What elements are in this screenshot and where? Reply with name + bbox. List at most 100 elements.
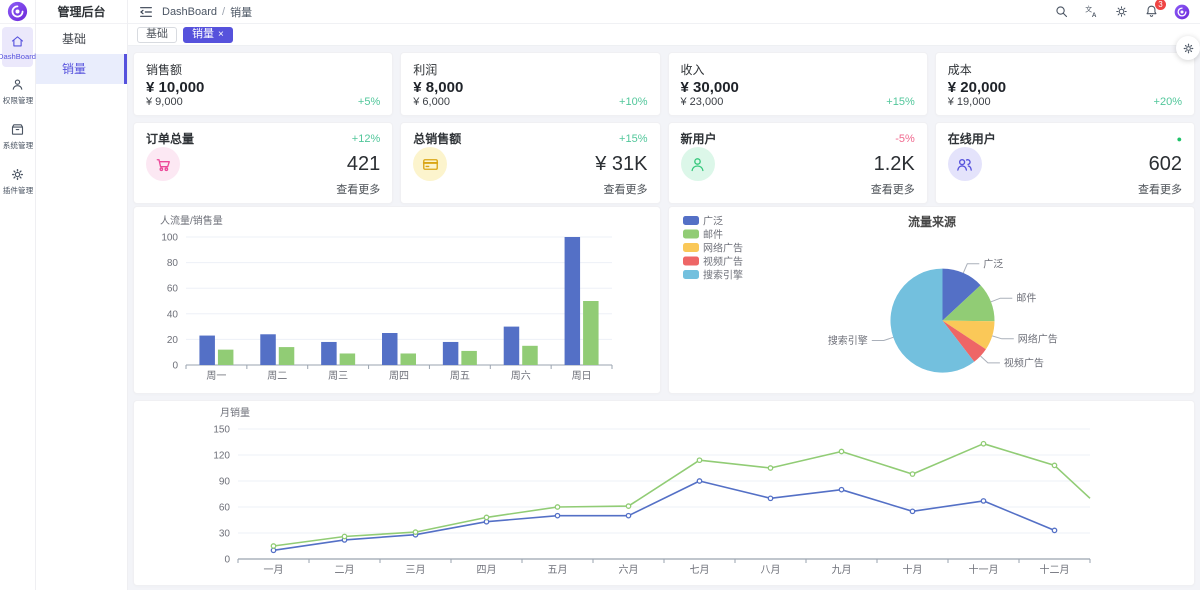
user-icon	[10, 77, 25, 92]
stat-card-income: 收入 ¥ 30,000 ¥ 23,000+15%	[668, 52, 928, 116]
view-more-link[interactable]: 查看更多	[146, 181, 380, 197]
svg-text:0: 0	[224, 555, 230, 566]
overview-card-orders: 订单总量+12% 421 查看更多	[133, 122, 393, 204]
trend-badge: -5%	[895, 133, 915, 145]
breadcrumb-separator: /	[222, 6, 225, 18]
bell-icon[interactable]: 3	[1144, 4, 1159, 19]
stat-card-profit: 利润 ¥ 8,000 ¥ 6,000+10%	[400, 52, 660, 116]
icon-rail: DashBoard 权限管理 系统管理 插件管理	[0, 0, 36, 590]
tab-sales[interactable]: 销量 ×	[183, 27, 233, 43]
overview-title: 总销售额	[413, 130, 461, 147]
svg-text:广泛: 广泛	[703, 216, 723, 228]
stat-prev-value: ¥ 19,000	[948, 96, 991, 108]
stat-prev-value: ¥ 23,000	[681, 96, 724, 108]
svg-text:邮件: 邮件	[1016, 292, 1036, 305]
stat-prev-value: ¥ 6,000	[413, 96, 450, 108]
svg-text:周三: 周三	[328, 370, 348, 382]
stat-title: 销售额	[146, 61, 380, 78]
rail-item-dashboard[interactable]: DashBoard	[2, 27, 33, 67]
stat-value: ¥ 8,000	[413, 79, 647, 96]
rail-item-label: DashBoard	[0, 52, 37, 61]
overview-value: ¥ 31K	[595, 153, 647, 176]
stat-title: 成本	[948, 61, 1182, 78]
tab-label: 销量	[192, 27, 214, 42]
gear-icon	[10, 167, 25, 182]
overview-card-total-sales: 总销售额 +15% ¥ 31K 查看更多	[400, 122, 660, 204]
trend-badge: +15%	[619, 133, 647, 145]
svg-text:60: 60	[219, 503, 231, 514]
svg-text:0: 0	[172, 361, 178, 372]
stat-value: ¥ 30,000	[681, 79, 915, 96]
svg-text:周一: 周一	[206, 370, 226, 382]
main-area: DashBoard / 销量 文A 3	[128, 0, 1200, 590]
svg-text:广泛: 广泛	[983, 258, 1003, 270]
close-icon[interactable]: ×	[218, 30, 224, 40]
svg-text:月销量: 月销量	[220, 406, 250, 419]
svg-text:视频广告: 视频广告	[1003, 356, 1043, 369]
breadcrumb-dashboard[interactable]: DashBoard	[162, 6, 217, 18]
svg-text:十二月: 十二月	[1040, 563, 1070, 576]
view-more-link[interactable]: 查看更多	[413, 181, 647, 197]
tab-label: 基础	[146, 27, 168, 42]
credit-card-icon	[413, 147, 447, 181]
svg-text:60: 60	[167, 284, 179, 295]
home-icon	[10, 34, 25, 49]
logo-icon	[7, 1, 28, 22]
stat-card-cost: 成本 ¥ 20,000 ¥ 19,000+20%	[935, 52, 1195, 116]
people-icon	[948, 147, 982, 181]
rail-item-label: 权限管理	[2, 95, 32, 105]
weekly-traffic-bar-chart: 020406080100周一周二周三周四周五周六周日人流量/销售量	[133, 206, 661, 394]
tab-bar: 基础 销量 ×	[128, 24, 1200, 46]
overview-title: 在线用户	[948, 130, 996, 147]
rail-item-permission[interactable]: 权限管理	[2, 70, 33, 112]
svg-text:网络广告: 网络广告	[703, 242, 743, 255]
svg-text:搜索引擎: 搜索引擎	[827, 334, 867, 347]
breadcrumb-sales[interactable]: 销量	[230, 4, 252, 20]
theme-sun-icon[interactable]	[1114, 4, 1129, 19]
notification-badge: 3	[1155, 0, 1166, 10]
svg-text:80: 80	[167, 258, 179, 269]
sidebar-item-basic[interactable]: 基础	[36, 24, 127, 54]
sidebar-fold-icon[interactable]	[138, 4, 154, 20]
rail-item-label: 插件管理	[2, 185, 32, 195]
overview-value: 602	[1149, 153, 1182, 176]
translate-icon[interactable]: 文A	[1084, 4, 1099, 19]
svg-text:120: 120	[213, 451, 230, 462]
traffic-source-pie-chart: 流量来源广泛邮件网络广告视频广告搜索引擎广泛邮件网络广告视频广告搜索引擎	[668, 206, 1196, 394]
app-logo[interactable]	[0, 0, 35, 24]
trend-badge: +12%	[352, 133, 380, 145]
stat-card-row: 销售额 ¥ 10,000 ¥ 9,000+5% 利润 ¥ 8,000 ¥ 6,0…	[133, 52, 1195, 116]
sidebar-item-sales[interactable]: 销量	[36, 54, 127, 84]
stat-delta: +10%	[619, 96, 647, 108]
rail-item-plugin[interactable]: 插件管理	[2, 160, 33, 202]
view-more-link[interactable]: 查看更多	[681, 181, 915, 197]
svg-text:二月: 二月	[335, 564, 355, 576]
tab-basic[interactable]: 基础	[137, 27, 177, 43]
charts-row: 020406080100周一周二周三周四周五周六周日人流量/销售量 流量来源广泛…	[133, 206, 1195, 394]
stat-delta: +5%	[358, 96, 380, 108]
stat-value: ¥ 10,000	[146, 79, 380, 96]
svg-text:100: 100	[161, 233, 178, 244]
svg-text:40: 40	[167, 309, 179, 320]
settings-drawer-button[interactable]	[1176, 36, 1200, 60]
search-icon[interactable]	[1054, 4, 1069, 19]
svg-text:十月: 十月	[903, 563, 923, 576]
svg-text:周二: 周二	[267, 370, 287, 382]
sidebar-title: 管理后台	[36, 0, 127, 24]
view-more-link[interactable]: 查看更多	[948, 181, 1182, 197]
overview-value: 1.2K	[874, 153, 915, 176]
online-dot: ●	[1177, 134, 1182, 144]
rail-item-label: 系统管理	[2, 140, 32, 150]
avatar[interactable]	[1174, 4, 1190, 20]
rail-item-system[interactable]: 系统管理	[2, 115, 33, 157]
sidebar: 管理后台 基础 销量	[36, 0, 128, 590]
svg-text:周六: 周六	[511, 370, 531, 382]
svg-text:邮件: 邮件	[703, 228, 723, 241]
svg-text:20: 20	[167, 335, 179, 346]
stat-value: ¥ 20,000	[948, 79, 1182, 96]
svg-text:周四: 周四	[389, 370, 409, 382]
header-actions: 文A 3	[1054, 4, 1190, 20]
svg-text:周日: 周日	[572, 370, 592, 382]
svg-text:九月: 九月	[832, 564, 852, 576]
svg-text:视频广告: 视频广告	[703, 255, 743, 268]
